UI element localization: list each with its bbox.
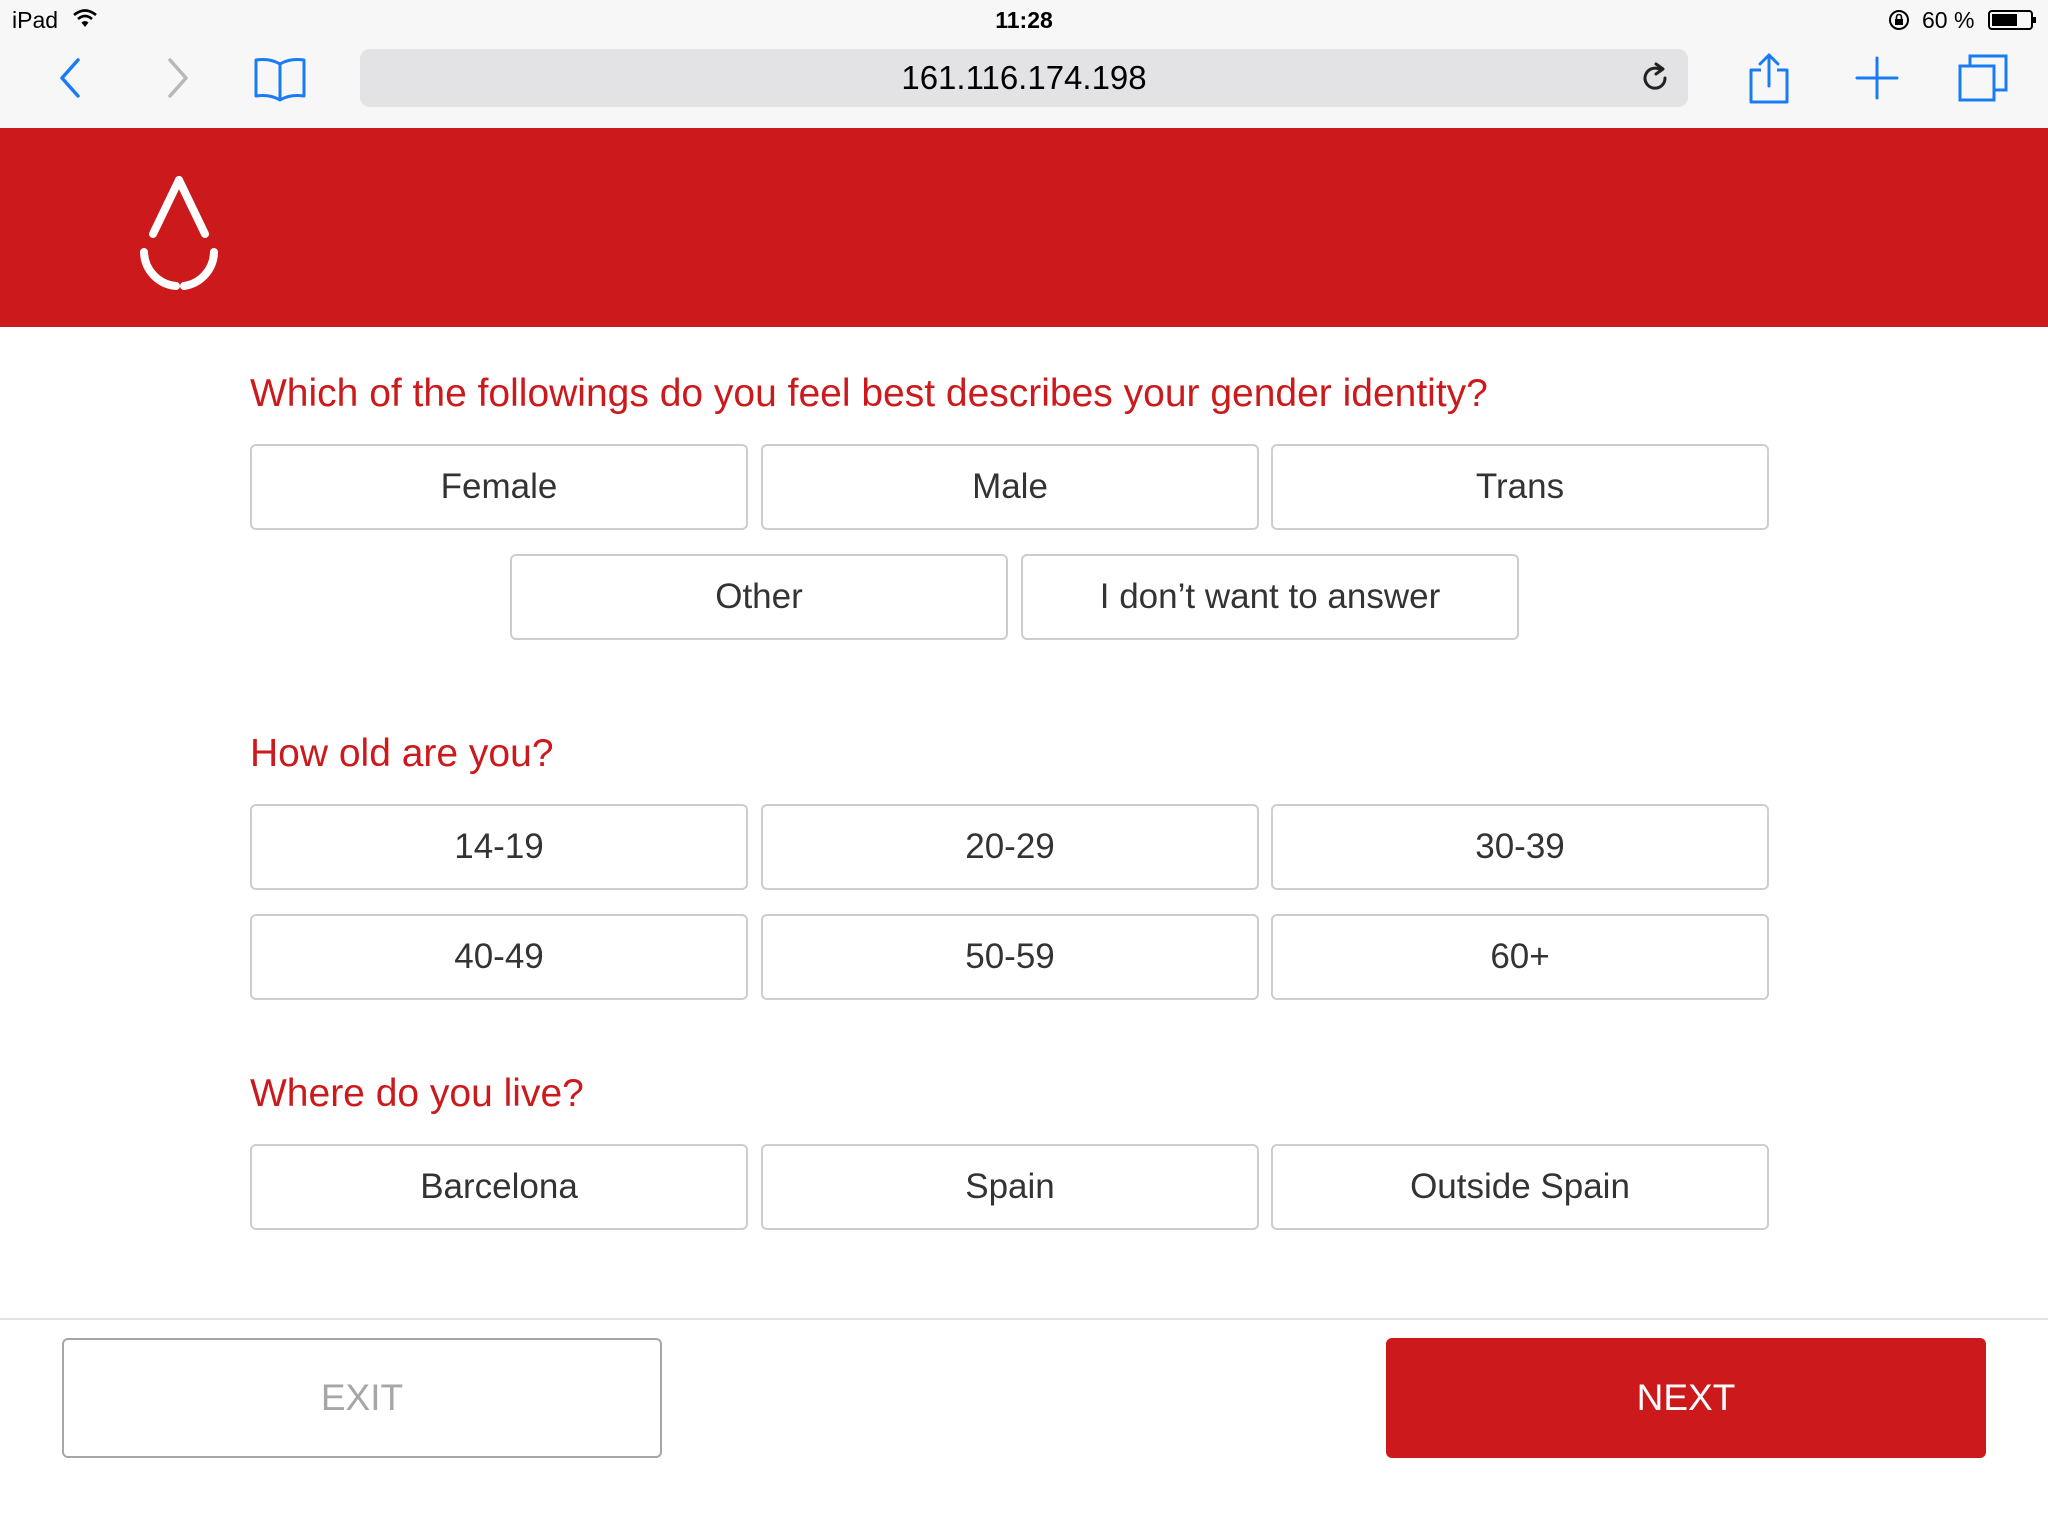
battery-percentage: 60 % — [1922, 7, 1975, 33]
battery-icon — [1988, 10, 2036, 30]
location-question-title: Where do you live? — [250, 1072, 584, 1115]
next-button[interactable]: NEXT — [1386, 1338, 1986, 1458]
gender-option-other[interactable]: Other — [510, 554, 1008, 640]
gender-option-male[interactable]: Male — [761, 444, 1259, 530]
location-option-outside-spain[interactable]: Outside Spain — [1271, 1144, 1769, 1230]
reload-icon[interactable] — [1638, 61, 1672, 95]
rotation-lock-icon — [1889, 10, 1909, 30]
gender-question-title: Which of the followings do you feel best… — [250, 372, 1488, 415]
location-option-spain[interactable]: Spain — [761, 1144, 1259, 1230]
age-option-50-59[interactable]: 50-59 — [761, 914, 1259, 1000]
age-option-14-19[interactable]: 14-19 — [250, 804, 748, 890]
footer-divider — [0, 1318, 2048, 1320]
gender-option-trans[interactable]: Trans — [1271, 444, 1769, 530]
tabs-icon[interactable] — [1956, 52, 2010, 104]
forward-icon[interactable] — [154, 52, 198, 104]
site-header — [0, 128, 2048, 327]
url-text: 161.116.174.198 — [901, 59, 1147, 96]
age-option-60-plus[interactable]: 60+ — [1271, 914, 1769, 1000]
status-clock: 11:28 — [995, 7, 1053, 33]
age-option-20-29[interactable]: 20-29 — [761, 804, 1259, 890]
new-tab-icon[interactable] — [1852, 52, 1902, 104]
bookmarks-icon[interactable] — [252, 52, 308, 104]
share-icon[interactable] — [1744, 52, 1794, 104]
gender-option-no-answer[interactable]: I don’t want to answer — [1021, 554, 1519, 640]
location-option-barcelona[interactable]: Barcelona — [250, 1144, 748, 1230]
blood-drop-icon — [140, 176, 218, 290]
exit-button[interactable]: EXIT — [62, 1338, 662, 1458]
age-option-40-49[interactable]: 40-49 — [250, 914, 748, 1000]
back-icon[interactable] — [50, 52, 94, 104]
gender-option-female[interactable]: Female — [250, 444, 748, 530]
age-question-title: How old are you? — [250, 732, 554, 775]
address-bar[interactable]: 161.116.174.198 — [360, 49, 1688, 107]
age-option-30-39[interactable]: 30-39 — [1271, 804, 1769, 890]
